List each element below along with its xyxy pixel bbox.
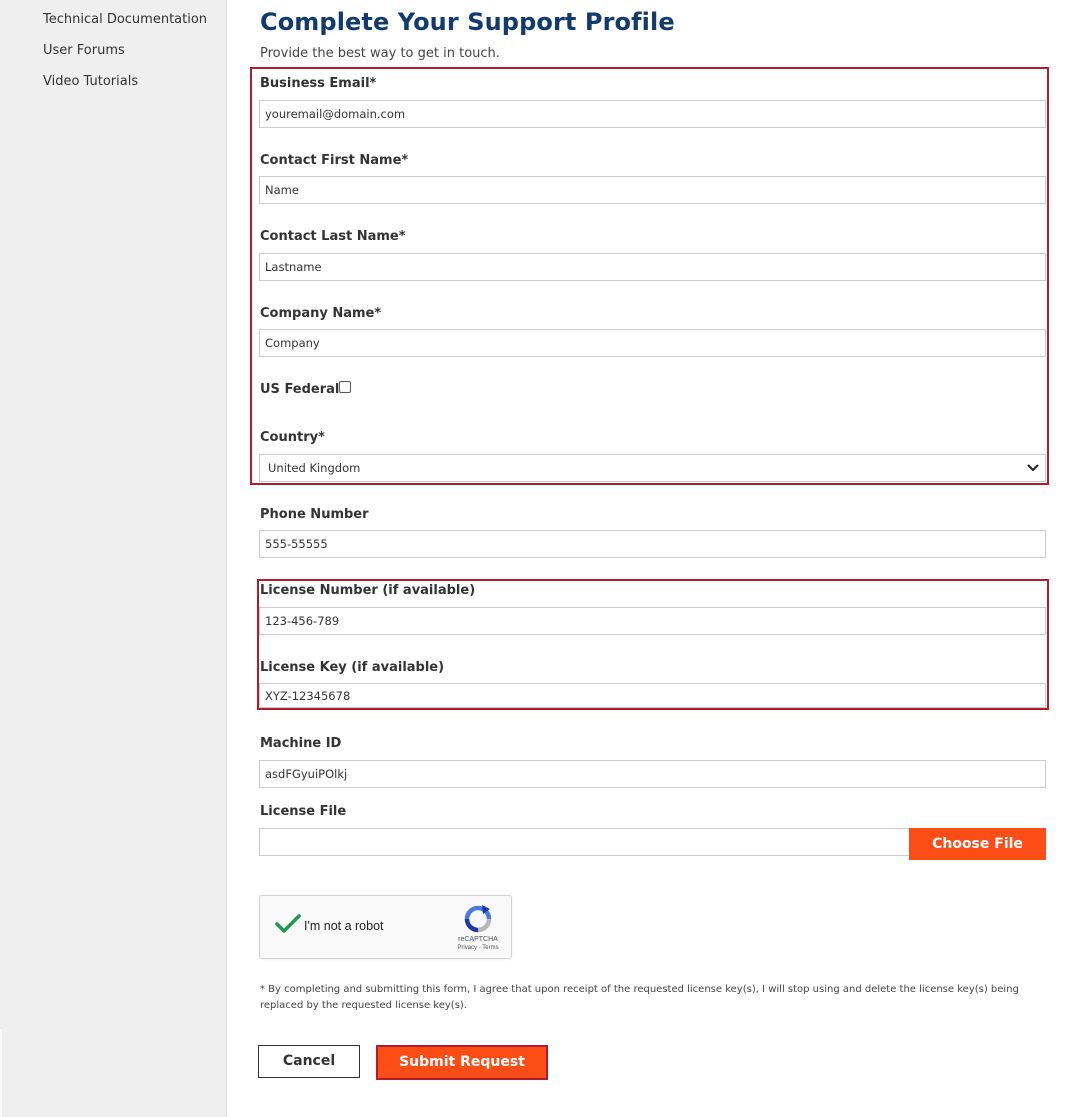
sidebar-item-technical-documentation[interactable]: Technical Documentation [43, 12, 207, 28]
license-number-label: License Number (if available) [260, 583, 476, 598]
phone-number-input[interactable]: 555-55555 [259, 530, 1046, 558]
submit-request-button[interactable]: Submit Request [376, 1045, 548, 1080]
recaptcha-label: I'm not a robot [304, 919, 384, 933]
license-key-input[interactable]: XYZ-12345678 [259, 683, 1046, 708]
company-name-input[interactable]: Company [259, 329, 1046, 357]
business-email-label: Business Email* [260, 76, 377, 91]
sidebar: Technical Documentation User Forums Vide… [0, 0, 227, 1117]
sidebar-item-video-tutorials[interactable]: Video Tutorials [43, 74, 138, 90]
first-name-label: Contact First Name* [260, 153, 409, 168]
first-name-input[interactable]: Name [259, 176, 1046, 204]
license-file-label: License File [260, 804, 347, 819]
chevron-down-icon [1027, 464, 1039, 471]
recaptcha-widget[interactable]: I'm not a robot reCAPTCHA Privacy - Term… [259, 895, 512, 959]
us-federal-label: US Federal [260, 382, 340, 397]
cancel-button[interactable]: Cancel [258, 1045, 360, 1078]
business-email-input[interactable]: youremail@domain.com [259, 100, 1046, 128]
machine-id-label: Machine ID [260, 736, 342, 751]
license-key-label: License Key (if available) [260, 660, 445, 675]
company-name-label: Company Name* [260, 306, 382, 321]
checkmark-icon[interactable] [274, 912, 302, 936]
country-label: Country* [260, 430, 325, 445]
last-name-label: Contact Last Name* [260, 229, 406, 244]
machine-id-input[interactable]: asdFGyuiPOlkj [259, 760, 1046, 788]
license-file-input[interactable] [259, 828, 911, 856]
sidebar-item-user-forums[interactable]: User Forums [43, 43, 125, 59]
page-subtitle: Provide the best way to get in touch. [260, 46, 500, 61]
license-number-input[interactable]: 123-456-789 [259, 607, 1046, 635]
recaptcha-links[interactable]: Privacy - Terms [446, 944, 510, 952]
page-title: Complete Your Support Profile [260, 8, 675, 36]
country-select[interactable]: United Kingdom [259, 454, 1046, 482]
choose-file-button[interactable]: Choose File [909, 828, 1046, 860]
last-name-input[interactable]: Lastname [259, 253, 1046, 281]
recaptcha-logo-icon [464, 905, 492, 933]
recaptcha-brand: reCAPTCHA [458, 936, 498, 943]
disclaimer-text: * By completing and submitting this form… [260, 984, 1019, 1011]
phone-number-label: Phone Number [260, 507, 369, 522]
us-federal-checkbox[interactable] [339, 381, 351, 393]
country-select-value: United Kingdom [268, 461, 361, 475]
sidebar-edge [0, 1029, 2, 1117]
